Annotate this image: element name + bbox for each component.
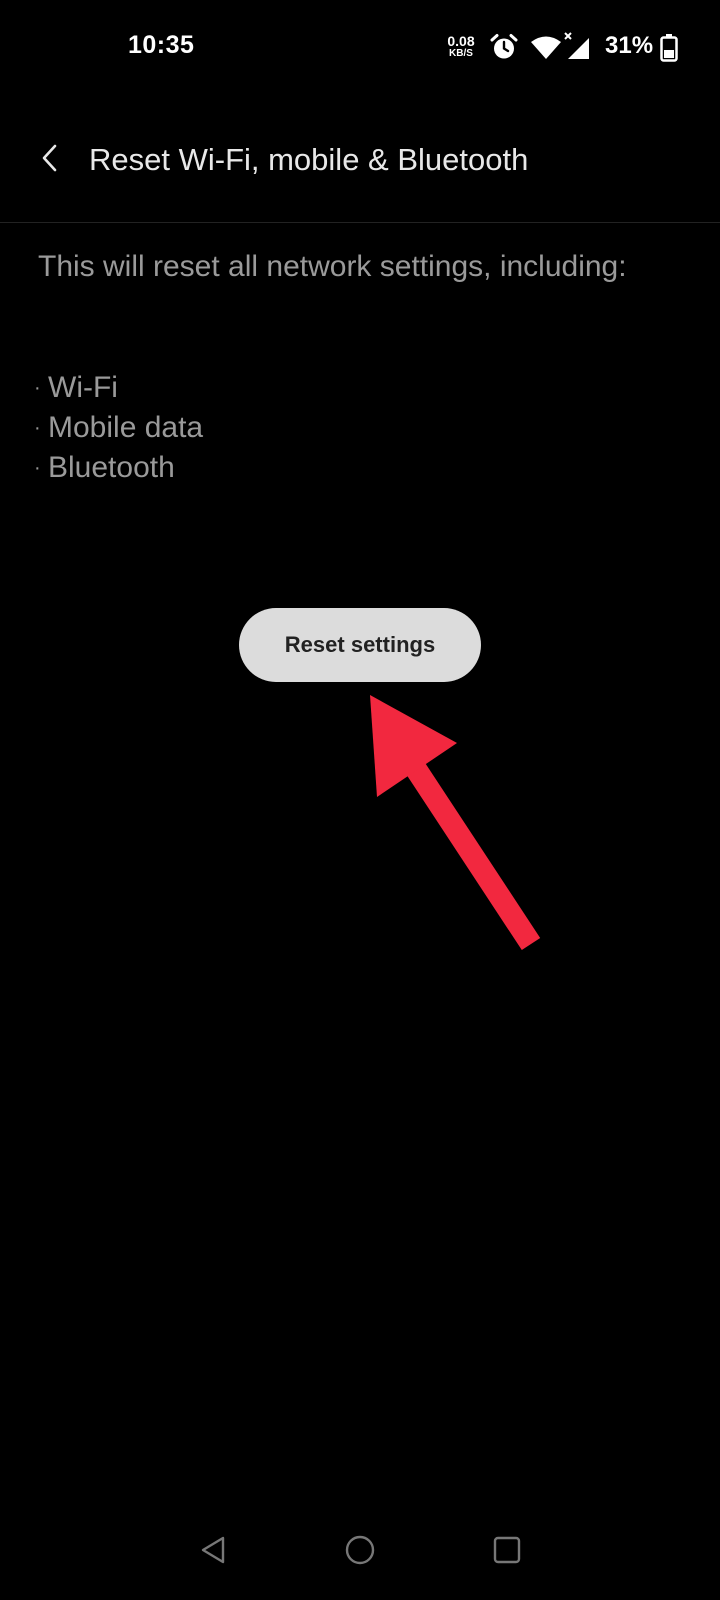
page-title: Reset Wi-Fi, mobile & Bluetooth: [89, 142, 529, 177]
arrow-shaft: [400, 753, 541, 951]
reset-items-list: · Wi-Fi · Mobile data · Bluetooth: [34, 368, 203, 488]
network-speed-value: 0.08: [447, 33, 475, 49]
annotation-arrow-icon: [370, 695, 541, 951]
home-circle-icon: [345, 1535, 375, 1565]
reset-description: This will reset all network settings, in…: [38, 250, 627, 283]
reset-settings-button[interactable]: Reset settings: [239, 608, 481, 682]
back-button[interactable]: [24, 132, 76, 184]
list-item: · Wi-Fi: [34, 368, 203, 408]
status-bar: 10:35 0.08 KB/S 31%: [0, 0, 720, 96]
list-item-label: Bluetooth: [48, 451, 175, 484]
status-time: 10:35: [128, 31, 195, 59]
alarm-icon: [490, 34, 518, 59]
nav-back-button[interactable]: [188, 1524, 240, 1576]
recents-square-icon: [493, 1536, 521, 1564]
bullet: ·: [34, 457, 41, 479]
nav-recents-button[interactable]: [481, 1524, 533, 1576]
bullet: ·: [34, 377, 41, 399]
network-speed-unit: KB/S: [449, 48, 473, 59]
battery-icon: [660, 34, 678, 62]
list-item: · Bluetooth: [34, 448, 203, 488]
list-item: · Mobile data: [34, 408, 203, 448]
list-item-label: Wi-Fi: [48, 371, 118, 404]
navigation-bar: [0, 1500, 720, 1600]
nav-home-button[interactable]: [334, 1524, 386, 1576]
bullet: ·: [34, 417, 41, 439]
chevron-left-icon: [42, 144, 57, 172]
back-triangle-icon: [201, 1536, 225, 1564]
network-speed: 0.08 KB/S: [445, 34, 477, 59]
signal-icon: [564, 32, 589, 59]
app-bar: Reset Wi-Fi, mobile & Bluetooth: [0, 96, 720, 223]
battery-percent: 31%: [605, 32, 654, 59]
list-item-label: Mobile data: [48, 411, 204, 444]
wifi-icon: [531, 36, 561, 59]
